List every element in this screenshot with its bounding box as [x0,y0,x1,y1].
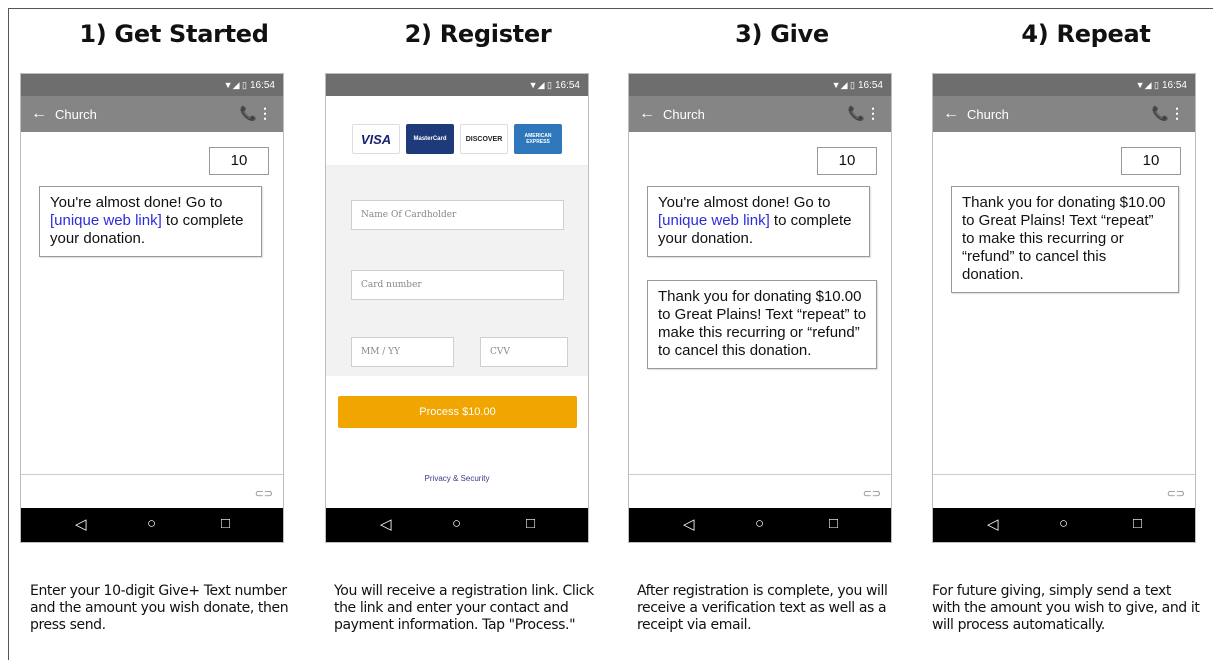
phone-register: ▼◢ ▯ 16:54 VISA MasterCard DISCOVER AMERI… [325,73,589,543]
call-icon[interactable]: 📞 [848,105,865,122]
android-nav-bar: ◁ ○ □ [629,508,891,542]
conversation-title: Church [663,107,705,122]
compose-bar[interactable]: ⊂⊃ [933,474,1195,508]
phone-give: ▼◢ ▯ 16:54 ← Church 📞 ⋮ 10 You're almost … [628,73,892,543]
back-arrow-icon[interactable]: ← [943,105,959,123]
conversation-title: Church [967,107,1009,122]
message-thread: 10 You're almost done! Go to [unique web… [629,132,891,474]
sent-amount-bubble: 10 [817,147,877,175]
phone-get-started: ▼◢ ▯ 16:54 ← Church 📞 ⋮ 10 You're almost … [20,73,284,543]
back-arrow-icon[interactable]: ← [639,105,655,123]
more-options-icon[interactable]: ⋮ [866,105,880,122]
nav-back-icon[interactable]: ◁ [987,515,999,533]
status-time: 16:54 [554,80,580,91]
call-icon[interactable]: 📞 [240,105,257,122]
app-bar: ← Church 📞 ⋮ [629,96,891,132]
thank-you-message-bubble: Thank you for donating $10.00 to Great P… [951,186,1179,293]
status-time: 16:54 [857,80,883,91]
step-title-1: 1) Get Started [79,20,269,48]
status-bar: ▼◢ ▯ 16:54 [629,74,891,96]
step-title-2: 2) Register [404,20,552,48]
discover-logo: DISCOVER [460,124,508,154]
signal-icon: ▼◢ ▯ [223,80,247,90]
nav-home-icon[interactable]: ○ [452,515,461,532]
privacy-security-link[interactable]: Privacy & Security [326,474,588,483]
compose-bar[interactable]: ⊂⊃ [629,474,891,508]
cvv-field[interactable]: CVV [480,337,568,367]
back-arrow-icon[interactable]: ← [31,105,47,123]
status-time: 16:54 [1161,80,1187,91]
card-number-field[interactable]: Card number [351,270,564,300]
step-caption-1: Enter your 10-digit Give+ Text number an… [30,583,289,633]
android-nav-bar: ◁ ○ □ [326,508,588,542]
step-caption-3: After registration is complete, you will… [637,583,888,633]
attachment-icon[interactable]: ⊂⊃ [863,487,881,500]
process-button[interactable]: Process $10.00 [338,396,577,428]
step-title-3: 3) Give [735,20,829,48]
nav-back-icon[interactable]: ◁ [380,515,392,533]
phone-repeat: ▼◢ ▯ 16:54 ← Church 📞 ⋮ 10 Thank you for … [932,73,1196,543]
sent-amount-bubble: 10 [1121,147,1181,175]
thank-you-message-bubble: Thank you for donating $10.00 to Great P… [647,280,877,369]
nav-back-icon[interactable]: ◁ [683,515,695,533]
link-message-bubble: You're almost done! Go to [unique web li… [647,186,870,257]
status-bar: ▼◢ ▯ 16:54 [933,74,1195,96]
call-icon[interactable]: 📞 [1152,105,1169,122]
compose-bar[interactable]: ⊂⊃ [21,474,283,508]
status-bar: ▼◢ ▯ 16:54 [326,74,588,96]
message-thread: 10 Thank you for donating $10.00 to Grea… [933,132,1195,474]
app-bar: ← Church 📞 ⋮ [933,96,1195,132]
nav-recent-icon[interactable]: □ [526,515,535,532]
visa-logo: VISA [352,124,400,154]
message-text: You're almost done! Go to [50,194,223,211]
step-caption-2: You will receive a registration link. Cl… [334,583,594,633]
nav-home-icon[interactable]: ○ [1059,515,1068,532]
more-options-icon[interactable]: ⋮ [1170,105,1184,122]
sent-amount-bubble: 10 [209,147,269,175]
attachment-icon[interactable]: ⊂⊃ [1167,487,1185,500]
status-time: 16:54 [249,80,275,91]
nav-recent-icon[interactable]: □ [221,515,230,532]
android-nav-bar: ◁ ○ □ [933,508,1195,542]
cardholder-name-field[interactable]: Name Of Cardholder [351,200,564,230]
message-text: You're almost done! Go to [658,194,831,211]
card-logos: VISA MasterCard DISCOVER AMERICAN EXPRES… [326,110,588,166]
signal-icon: ▼◢ ▯ [1135,80,1159,90]
nav-recent-icon[interactable]: □ [1133,515,1142,532]
app-bar: ← Church 📞 ⋮ [21,96,283,132]
expiry-field[interactable]: MM / YY [351,337,454,367]
status-bar: ▼◢ ▯ 16:54 [21,74,283,96]
mastercard-logo: MasterCard [406,124,454,154]
signal-icon: ▼◢ ▯ [831,80,855,90]
android-nav-bar: ◁ ○ □ [21,508,283,542]
message-thread: 10 You're almost done! Go to [unique web… [21,132,283,474]
unique-web-link[interactable]: [unique web link] [50,212,162,229]
attachment-icon[interactable]: ⊂⊃ [255,487,273,500]
amex-logo: AMERICAN EXPRESS [514,124,562,154]
nav-home-icon[interactable]: ○ [147,515,156,532]
step-title-4: 4) Repeat [1021,20,1151,48]
unique-web-link[interactable]: [unique web link] [658,212,770,229]
nav-back-icon[interactable]: ◁ [75,515,87,533]
nav-recent-icon[interactable]: □ [829,515,838,532]
more-options-icon[interactable]: ⋮ [258,105,272,122]
conversation-title: Church [55,107,97,122]
payment-form: Name Of Cardholder Card number MM / YY C… [326,166,588,376]
nav-home-icon[interactable]: ○ [755,515,764,532]
step-caption-4: For future giving, simply send a text wi… [932,583,1200,633]
signal-icon: ▼◢ ▯ [528,80,552,90]
link-message-bubble: You're almost done! Go to [unique web li… [39,186,262,257]
